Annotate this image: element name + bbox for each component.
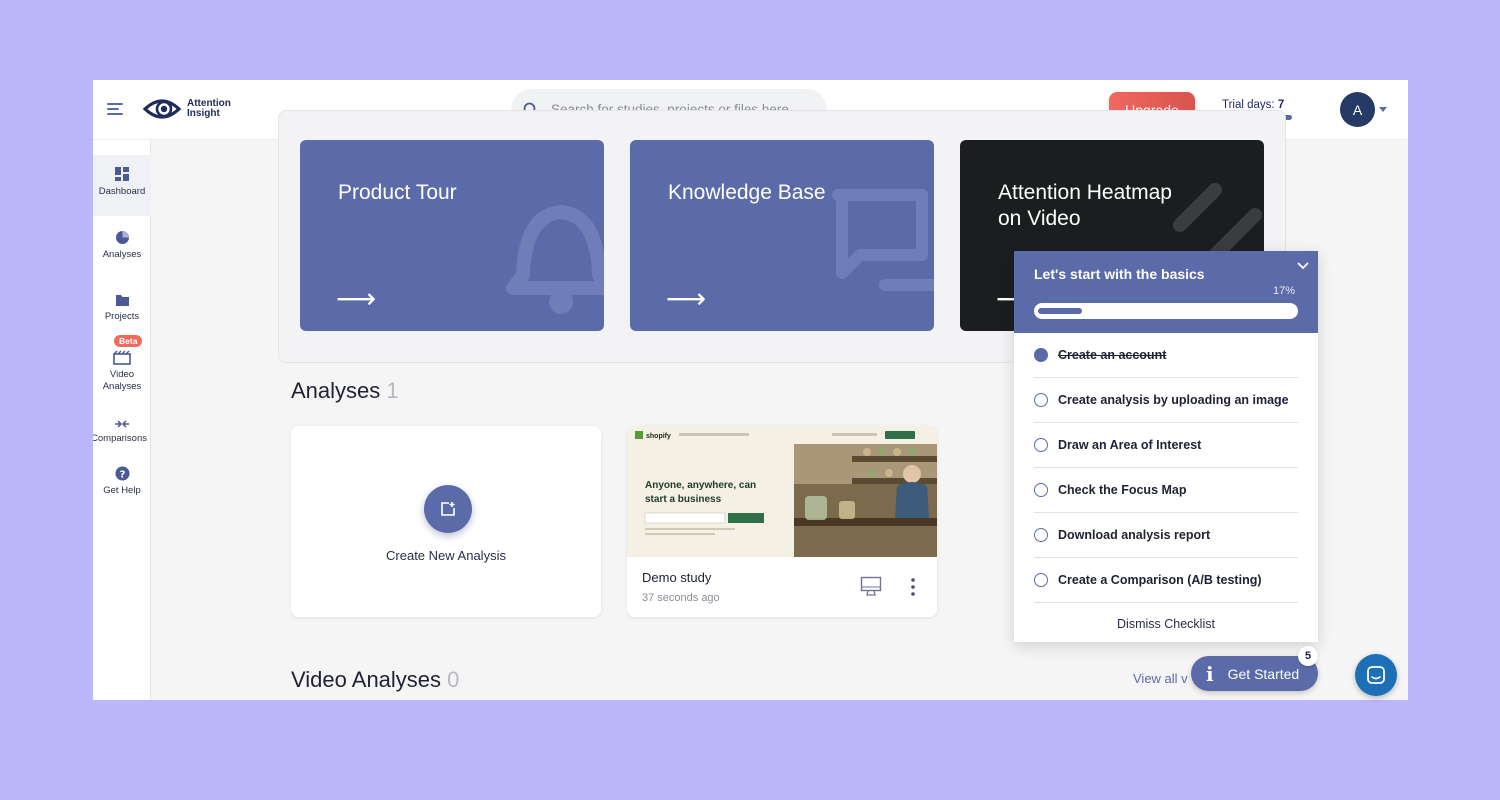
radio-circle-icon [1034,438,1048,452]
notification-badge: 5 [1298,646,1318,666]
comparisons-icon [115,420,129,428]
study-thumbnail[interactable]: shopify Anyone, anywhere, can start a bu… [627,426,937,557]
checklist-item-comparison[interactable]: Create a Comparison (A/B testing) [1034,558,1298,603]
eye-logo-icon [143,99,181,119]
study-name[interactable]: Demo study [642,570,711,585]
card-product-tour[interactable]: Product Tour ⟶ [300,140,604,331]
radio-circle-icon [1034,393,1048,407]
checklist-item-create-account[interactable]: Create an account [1034,333,1298,378]
logo-text-line2: Insight [187,108,220,119]
video-icon [113,350,131,365]
svg-text:?: ? [119,470,125,481]
dismiss-checklist-button[interactable]: Dismiss Checklist [1014,617,1318,631]
card-knowledge-base[interactable]: Knowledge Base ⟶ [630,140,934,331]
analyses-icon [115,231,129,244]
analyses-heading: Analyses 1 [291,378,399,404]
logo-text: Attention Insight [187,99,247,119]
onboarding-checklist: Let's start with the basics 17% Create a… [1014,251,1318,642]
svg-text:Anyone, anywhere, can: Anyone, anywhere, can [645,480,756,491]
checklist-item-download-report[interactable]: Download analysis report [1034,513,1298,558]
checklist-item-label: Download analysis report [1058,528,1211,542]
sidebar-item-video-analyses[interactable]: Beta Video Analyses [93,335,151,400]
analyses-title: Analyses [291,378,381,403]
add-file-icon [441,502,455,516]
help-icon: ? [115,466,129,481]
radio-circle-icon [1034,573,1048,587]
arrow-right-icon: ⟶ [336,283,377,314]
create-analysis-label: Create New Analysis [386,548,506,563]
info-icon: i [1206,661,1214,686]
chat-icon [1367,666,1385,684]
sidebar-item-projects[interactable]: Projects [93,293,151,333]
avatar[interactable]: A [1340,92,1375,127]
arrow-right-icon: ⟶ [666,283,707,314]
beta-badge: Beta [114,335,143,347]
chat-launcher-button[interactable] [1355,654,1397,696]
checklist-item-upload-image[interactable]: Create analysis by uploading an image [1034,378,1298,423]
sidebar-item-label: Projects [104,311,140,322]
radio-circle-icon [1034,528,1048,542]
checklist-item-label: Check the Focus Map [1058,483,1187,497]
create-analysis-button[interactable] [424,485,472,533]
sidebar-item-analyses[interactable]: Analyses [93,230,151,270]
checklist-item-label: Create analysis by uploading an image [1058,393,1289,407]
checklist-item-label: Draw an Area of Interest [1058,438,1202,452]
view-all-link[interactable]: View all v [1133,671,1188,686]
radio-circle-icon [1034,483,1048,497]
thumb-brand: shopify [646,433,671,440]
card-title: Product Tour [338,181,457,204]
desktop-icon [860,576,882,596]
checklist-item-label: Create an account [1058,348,1167,362]
sidebar-item-label: Analyses [102,249,142,260]
dashboard-icon [115,167,129,181]
folder-icon [115,295,129,306]
get-started-label: Get Started [1227,665,1300,682]
sidebar-item-label: Dashboard [98,186,146,197]
sidebar-item-dashboard[interactable]: Dashboard [93,155,151,216]
analyses-count: 1 [386,378,399,403]
checklist-percent: 17% [1273,285,1296,297]
checklist-title: Let's start with the basics [1034,266,1205,282]
sidebar: Dashboard Analyses Projects Beta Video A… [93,140,151,700]
checklist-progress-bar [1034,303,1298,319]
video-analyses-count: 0 [447,667,460,692]
create-analysis-tile[interactable]: Create New Analysis [291,426,601,617]
checklist-progress-fill [1038,308,1082,314]
svg-text:start a business: start a business [645,494,722,505]
card-title: Knowledge Base [668,181,826,204]
chevron-down-icon[interactable] [1295,259,1311,271]
sidebar-item-label: Video Analyses [102,369,142,392]
shopify-preview-image: shopify Anyone, anywhere, can start a bu… [627,426,937,557]
card-title: Attention Heatmap on Video [998,181,1172,230]
sidebar-item-get-help[interactable]: ? Get Help [93,466,151,506]
sidebar-item-comparisons[interactable]: Comparisons [93,419,151,459]
checklist-item-draw-aoi[interactable]: Draw an Area of Interest [1034,423,1298,468]
checklist-item-focus-map[interactable]: Check the Focus Map [1034,468,1298,513]
checklist-header: Let's start with the basics 17% [1014,251,1318,333]
sidebar-item-label: Comparisons [93,433,147,444]
more-options-icon[interactable] [909,577,917,597]
video-analyses-title: Video Analyses [291,667,442,692]
sidebar-item-label: Get Help [103,485,141,496]
logo[interactable]: Attention Insight [143,93,247,125]
checklist-item-label: Create a Comparison (A/B testing) [1058,573,1262,587]
menu-icon[interactable] [107,103,123,117]
study-card[interactable]: shopify Anyone, anywhere, can start a bu… [627,426,937,617]
study-timestamp: 37 seconds ago [642,592,720,604]
chevron-down-icon[interactable] [1379,107,1387,112]
check-circle-icon [1034,348,1048,362]
video-analyses-heading: Video Analyses 0 [291,667,459,693]
